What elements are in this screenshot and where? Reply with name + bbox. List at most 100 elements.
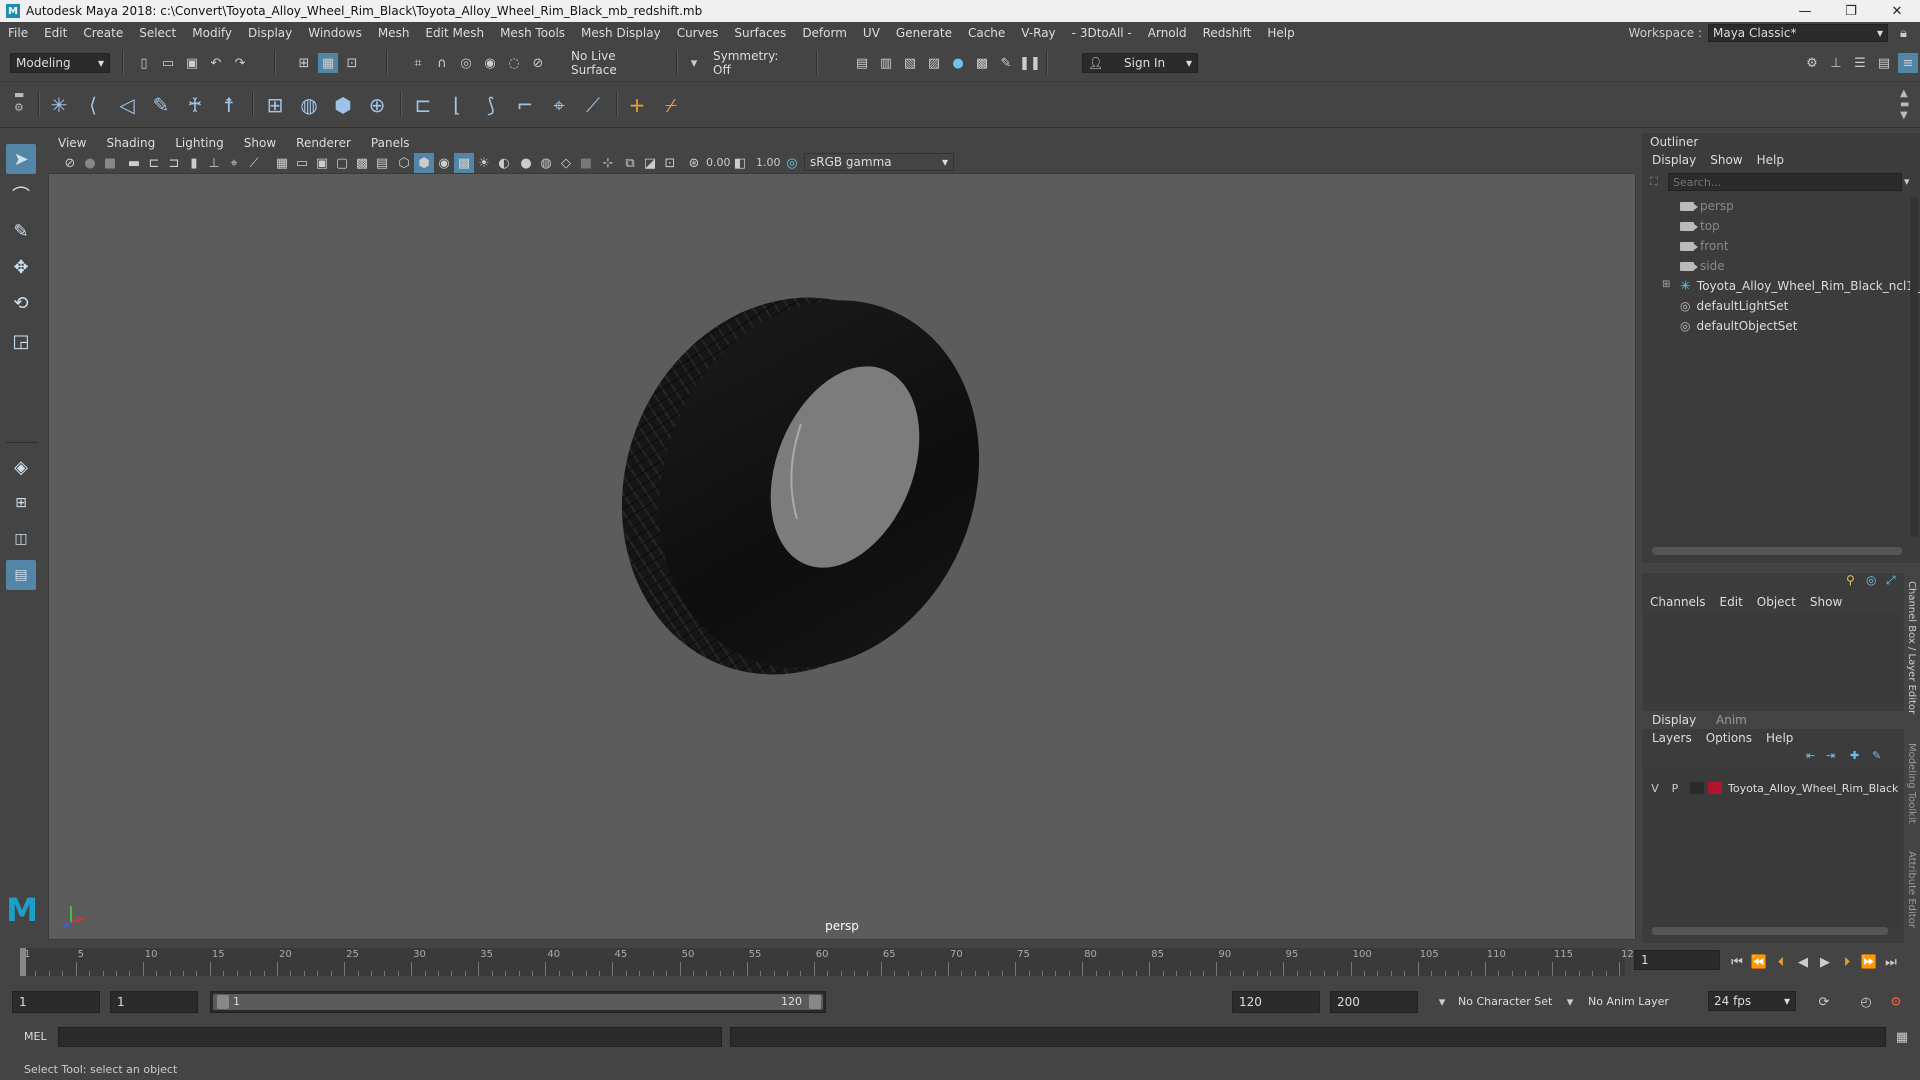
outliner-item[interactable]: side — [1680, 257, 1725, 275]
wireframe-icon[interactable]: ▭ — [292, 153, 312, 173]
channel-menu-edit[interactable]: Edit — [1720, 595, 1743, 609]
vp-menu-panels[interactable]: Panels — [361, 136, 420, 150]
range-handle[interactable] — [213, 994, 823, 1010]
range-start-grip[interactable] — [217, 995, 229, 1009]
anim-layer-label[interactable]: No Anim Layer — [1588, 995, 1669, 1008]
time-ruler[interactable]: 1 5 10 15 20 25 30 35 40 45 50 55 60 65 70 75 80 85 90 95 10… — [20, 948, 1640, 976]
character-set-label[interactable]: No Character Set — [1458, 995, 1552, 1008]
poly-sphere-icon[interactable]: ◍ — [294, 90, 324, 120]
redo-icon[interactable]: ↷ — [230, 53, 250, 73]
camera-pan-icon[interactable]: ⧉ — [620, 153, 640, 173]
chevron-down-icon[interactable]: ▾ — [1904, 175, 1910, 188]
end-frame-field[interactable]: 200 — [1330, 991, 1418, 1013]
live-surface-field[interactable]: No Live Surface — [566, 49, 666, 77]
bridge-icon[interactable]: ⟆ — [476, 90, 506, 120]
poly-plane-icon[interactable]: ⊞ — [260, 90, 290, 120]
bookmark-icon[interactable]: ■ — [100, 153, 120, 173]
multi-cut-icon[interactable]: ⌖ — [544, 90, 574, 120]
chevron-down-icon[interactable]: ▾ — [1560, 992, 1580, 1012]
step-back-frame-icon[interactable]: ⏴ — [1771, 952, 1791, 972]
layer-menu-layers[interactable]: Layers — [1652, 731, 1692, 745]
select-hierarchy-icon[interactable]: ⊞ — [294, 53, 314, 73]
go-to-end-icon[interactable]: ⏭ — [1881, 952, 1901, 972]
grease-pencil-icon[interactable]: ◪ — [640, 153, 660, 173]
3d-viewport[interactable]: persp — [48, 173, 1636, 940]
layer-type-toggle[interactable] — [1690, 782, 1704, 794]
rotate-tool-icon[interactable]: ⟲ — [6, 288, 36, 318]
safe-action-icon[interactable]: ⌖ — [224, 153, 244, 173]
menu-3dtoall[interactable]: - 3DtoAll - — [1064, 26, 1140, 40]
step-forward-key-icon[interactable]: ⏩ — [1859, 952, 1879, 972]
lasso-tool-icon[interactable]: ⌒ — [6, 180, 36, 210]
menu-display[interactable]: Display — [240, 26, 300, 40]
new-layer-selected-icon[interactable]: ✎ — [1872, 749, 1881, 762]
layer-color-swatch[interactable] — [1708, 782, 1722, 794]
current-time-indicator[interactable] — [20, 948, 26, 976]
shaded-icon[interactable]: ⬢ — [414, 153, 434, 173]
snap-grid-icon[interactable]: ⌗ — [408, 53, 428, 73]
auto-key-icon[interactable]: ◴ — [1856, 992, 1876, 1012]
side-tab-modeling-toolkit[interactable]: Modeling Toolkit — [1906, 743, 1917, 824]
layer-name[interactable]: Toyota_Alloy_Wheel_Rim_Black — [1728, 782, 1898, 795]
layer-visibility-toggle[interactable]: V — [1646, 782, 1664, 795]
chevron-down-icon[interactable]: ▾ — [684, 53, 704, 73]
vp-menu-show[interactable]: Show — [234, 136, 286, 150]
ipr-render-icon[interactable]: ▧ — [900, 53, 920, 73]
script-editor-icon[interactable]: ▦ — [1892, 1027, 1912, 1047]
four-view-icon[interactable]: ⊞ — [6, 488, 36, 518]
anim-prefs-icon[interactable]: ⚙︎ — [1886, 992, 1906, 1012]
color-management-icon[interactable]: ◎ — [782, 153, 802, 173]
smooth-shade-icon[interactable]: ▣ — [312, 153, 332, 173]
hypershade-icon[interactable]: ● — [948, 53, 968, 73]
select-object-icon[interactable]: ▦ — [318, 53, 338, 73]
render-setup-icon[interactable]: ✎ — [996, 53, 1016, 73]
use-lights-icon[interactable]: ◉ — [434, 153, 454, 173]
curve-pencil-icon[interactable]: ✎ — [146, 90, 176, 120]
render-sequence-icon[interactable]: ▥ — [876, 53, 896, 73]
channel-box-edit-icon[interactable]: ⤢ — [1886, 573, 1896, 588]
tab-display[interactable]: Display — [1652, 713, 1696, 727]
move-layer-down-icon[interactable]: ⇥ — [1826, 749, 1835, 762]
flat-shade-icon[interactable]: ▢ — [332, 153, 352, 173]
modeling-toolkit-icon[interactable]: ⚙︎ — [1802, 53, 1822, 73]
color-space-dropdown[interactable]: sRGB gamma ▾ — [804, 153, 954, 171]
script-language-toggle[interactable]: MEL — [24, 1030, 47, 1043]
outliner-item[interactable]: ✳ Toyota_Alloy_Wheel_Rim_Black_ncl1_1 — [1680, 277, 1920, 295]
image-plane-icon[interactable]: ▬ — [124, 153, 144, 173]
menu-cache[interactable]: Cache — [960, 26, 1013, 40]
step-back-key-icon[interactable]: ⏪ — [1749, 952, 1769, 972]
bounding-box-icon[interactable]: ▩ — [352, 153, 372, 173]
scale-tool-icon[interactable]: ◲ — [6, 326, 36, 356]
tool-settings-icon[interactable]: ☰ — [1850, 53, 1870, 73]
camera-lock-icon[interactable]: ● — [80, 153, 100, 173]
vp-menu-shading[interactable]: Shading — [96, 136, 165, 150]
merge-icon[interactable]: ⌿ — [656, 90, 686, 120]
outliner-item[interactable]: ◎ defaultLightSet — [1680, 297, 1788, 315]
snap-surface-icon[interactable]: ◌ — [504, 53, 524, 73]
playback-start-field[interactable]: 1 — [110, 991, 198, 1013]
menu-mesh-display[interactable]: Mesh Display — [573, 26, 669, 40]
channel-box-icon[interactable]: ▤ — [1874, 53, 1894, 73]
append-polygon-icon[interactable]: ⌐ — [510, 90, 540, 120]
outliner-menu-show[interactable]: Show — [1710, 153, 1742, 167]
menu-mesh-tools[interactable]: Mesh Tools — [492, 26, 573, 40]
shadows-icon[interactable]: ☀︎ — [474, 153, 494, 173]
minimize-button[interactable]: — — [1782, 0, 1828, 22]
xray-icon[interactable]: ▩ — [454, 153, 474, 173]
menu-modify[interactable]: Modify — [184, 26, 240, 40]
play-backward-icon[interactable]: ◀ — [1793, 952, 1813, 972]
field-chart-icon[interactable]: ⊥ — [204, 153, 224, 173]
grid-icon[interactable]: ▦ — [272, 153, 292, 173]
poly-cylinder-icon[interactable]: ⊕ — [362, 90, 392, 120]
snap-curve-icon[interactable]: ∩ — [432, 53, 452, 73]
open-scene-icon[interactable]: ▭ — [158, 53, 178, 73]
symmetry-field[interactable]: Symmetry: Off — [708, 49, 804, 77]
new-scene-icon[interactable]: ▯ — [134, 53, 154, 73]
create-joint-icon[interactable]: ♰ — [180, 90, 210, 120]
ik-handle-icon[interactable]: ☨ — [214, 90, 244, 120]
undo-icon[interactable]: ↶ — [206, 53, 226, 73]
exposure-value[interactable]: 0.00 — [706, 156, 731, 169]
chevron-down-icon[interactable]: ▾ — [1432, 992, 1452, 1012]
safe-title-icon[interactable]: ⟋ — [244, 153, 264, 173]
resolution-gate-icon[interactable]: ⊐ — [164, 153, 184, 173]
